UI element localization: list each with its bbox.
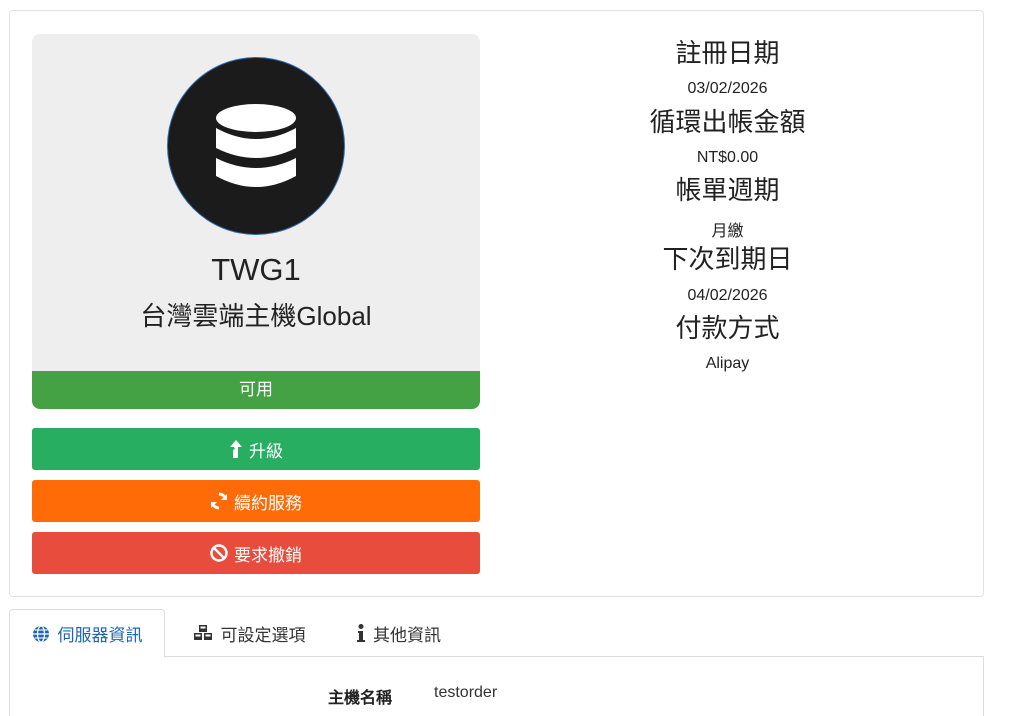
tab-server-info-label: 伺服器資訊 [57,626,143,645]
renew-button[interactable]: 續約服務 [32,480,480,522]
status-badge: 可用 [32,371,480,409]
product-box: TWG1 台灣雲端主機Global [32,34,480,371]
globe-icon [32,624,49,643]
cancel-request-button[interactable]: 要求撤銷 [32,532,480,574]
server-info-panel: 主機名稱 testorder [9,656,984,716]
next-due-date-value: 04/02/2026 [687,287,768,304]
refresh-icon [211,492,227,510]
ban-icon [210,544,228,562]
upgrade-button[interactable]: 升級 [32,428,480,470]
tab-bar: 伺服器資訊 可設定選項 其他資訊 [9,609,984,658]
renew-label: 續約服務 [234,493,302,513]
tab-configurable-options[interactable]: 可設定選項 [179,609,319,657]
arrow-up-icon [230,440,242,458]
tab-configurable-options-label: 可設定選項 [220,625,306,645]
tab-other-info-label: 其他資訊 [373,625,441,645]
payment-method-label: 付款方式 [675,313,780,343]
product-name: TWG1 [211,252,301,287]
database-icon [168,58,344,234]
billing-cycle-value: 月繳 [711,223,744,240]
registration-date-label: 註冊日期 [675,38,780,68]
cubes-icon [193,625,212,640]
next-due-date-label: 下次到期日 [662,244,793,274]
recurring-amount-value: NT$0.00 [696,149,759,166]
cancel-request-label: 要求撤銷 [234,545,302,565]
recurring-amount-label: 循環出帳金額 [649,107,806,137]
info-icon [357,624,365,642]
hostname-label: 主機名稱 [328,690,393,707]
tab-other-info[interactable]: 其他資訊 [339,609,459,657]
tab-server-info[interactable]: 伺服器資訊 [9,609,165,658]
product-group: 台灣雲端主機Global [140,301,372,331]
upgrade-label: 升級 [249,441,283,461]
hostname-value: testorder [434,684,498,701]
registration-date-value: 03/02/2026 [687,80,768,97]
payment-method-value: Alipay [705,355,750,372]
billing-cycle-label: 帳單週期 [675,175,780,205]
